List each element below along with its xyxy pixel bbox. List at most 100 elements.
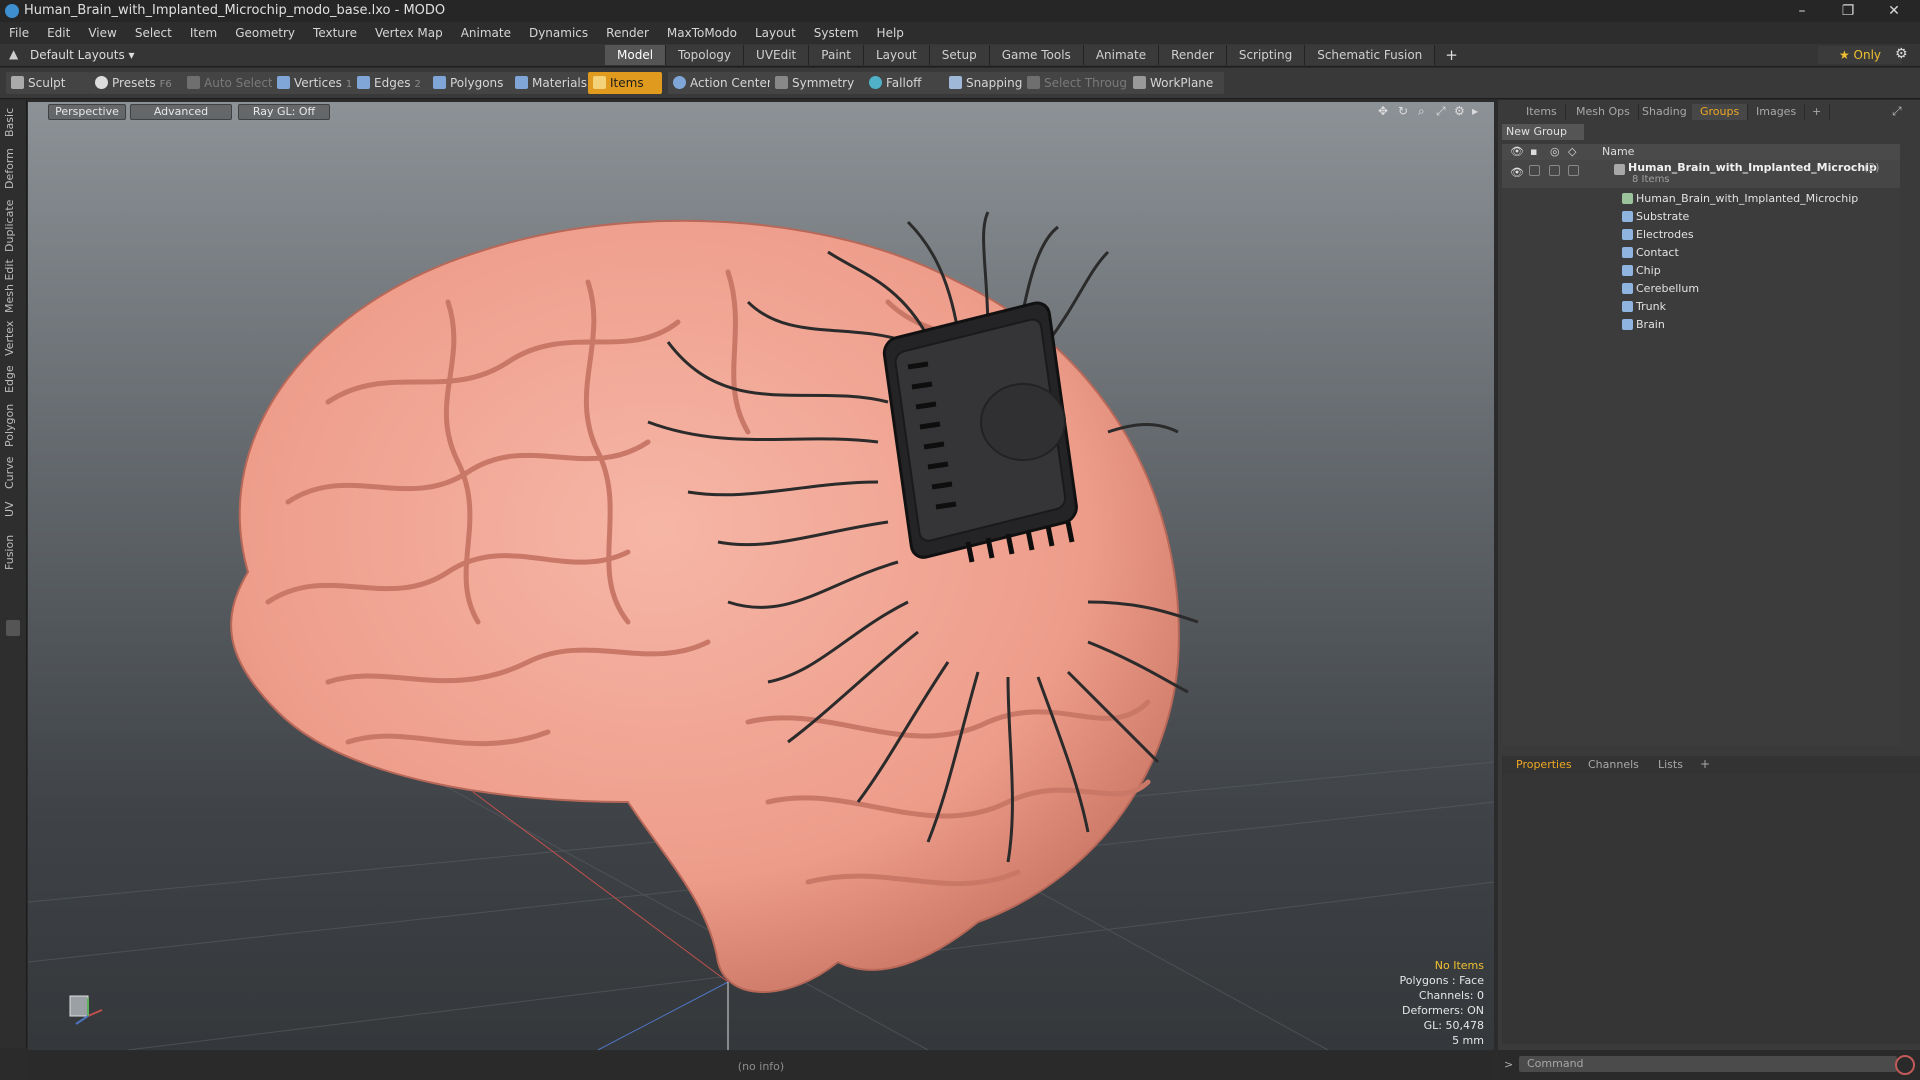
menu-dynamics[interactable]: Dynamics xyxy=(520,26,597,40)
tab-render[interactable]: Render xyxy=(1159,45,1227,65)
left-tab-edge[interactable]: Edge xyxy=(3,362,23,396)
group-lock-icon[interactable] xyxy=(1529,165,1540,176)
only-toggle-button[interactable]: ★ Only xyxy=(1818,46,1902,64)
list-item[interactable]: Substrate xyxy=(1502,208,1900,226)
list-item[interactable]: Chip xyxy=(1502,262,1900,280)
pan-icon[interactable]: ✥ xyxy=(1378,104,1388,118)
menu-geometry[interactable]: Geometry xyxy=(226,26,304,40)
tab-layout[interactable]: Layout xyxy=(863,45,930,65)
stat-channels: Channels: 0 xyxy=(1418,989,1484,1002)
tab-model[interactable]: Model xyxy=(605,45,667,65)
action-center-button[interactable]: Action Center xyxy=(668,72,786,94)
microchip-model[interactable] xyxy=(882,300,1078,563)
left-tab-fusion[interactable]: Fusion xyxy=(3,530,23,574)
view-mode-button[interactable]: Perspective xyxy=(48,104,126,120)
tab-scripting[interactable]: Scripting xyxy=(1226,45,1306,65)
menu-system[interactable]: System xyxy=(805,26,868,40)
panel-expand-icon[interactable]: ⤢ xyxy=(1892,104,1902,119)
menu-vertex-map[interactable]: Vertex Map xyxy=(366,26,452,40)
items-button[interactable]: Items xyxy=(588,72,662,94)
new-group-button[interactable]: New Group xyxy=(1502,124,1584,140)
add-bottom-tab-button[interactable]: + xyxy=(1700,757,1710,771)
list-item[interactable]: Contact xyxy=(1502,244,1900,262)
item-label: Contact xyxy=(1636,246,1679,259)
menu-animate[interactable]: Animate xyxy=(452,26,520,40)
menu-help[interactable]: Help xyxy=(868,26,913,40)
list-item[interactable]: Electrodes xyxy=(1502,226,1900,244)
command-history-icon[interactable] xyxy=(1895,1055,1915,1075)
fit-icon[interactable]: ⤢ xyxy=(1436,104,1446,119)
auto-select-button[interactable]: Auto Select xyxy=(182,72,286,94)
menu-layout[interactable]: Layout xyxy=(746,26,805,40)
falloff-button[interactable]: Falloff xyxy=(864,72,946,94)
menu-texture[interactable]: Texture xyxy=(304,26,366,40)
layout-selector[interactable]: Default Layouts ▾ xyxy=(30,48,135,62)
menu-view[interactable]: View xyxy=(79,26,125,40)
tab-lists[interactable]: Lists xyxy=(1658,758,1683,771)
list-item[interactable]: Brain xyxy=(1502,316,1900,334)
group-visibility-icon[interactable]: 👁 xyxy=(1510,164,1524,182)
layout-collapse-icon[interactable]: ▲ xyxy=(9,47,18,61)
tab-paint[interactable]: Paint xyxy=(809,45,864,65)
tab-setup[interactable]: Setup xyxy=(929,45,990,65)
3d-viewport[interactable] xyxy=(28,102,1494,1050)
close-button[interactable]: ✕ xyxy=(1872,1,1916,21)
raygl-button[interactable]: Ray GL: Off xyxy=(238,104,330,120)
shading-mode-button[interactable]: Advanced xyxy=(130,104,232,120)
list-item[interactable]: Trunk xyxy=(1502,298,1900,316)
select-column-icon[interactable]: ◇ xyxy=(1568,144,1576,160)
minimize-button[interactable]: – xyxy=(1780,1,1824,21)
viewport-gear-icon[interactable]: ⚙ xyxy=(1454,104,1465,118)
title-bar: Human_Brain_with_Implanted_Microchip_mod… xyxy=(0,0,1920,22)
list-item[interactable]: Cerebellum xyxy=(1502,280,1900,298)
left-tab-deform[interactable]: Deform xyxy=(3,146,23,192)
group-row[interactable]: 👁 Human_Brain_with_Implanted_Microchip (… xyxy=(1502,160,1900,188)
render-column-icon[interactable]: ◎ xyxy=(1550,144,1560,160)
panel-tab-items[interactable]: Items xyxy=(1518,104,1566,120)
rotate-icon[interactable]: ↻ xyxy=(1398,104,1408,118)
tab-topology[interactable]: Topology xyxy=(666,45,745,65)
menu-select[interactable]: Select xyxy=(126,26,181,40)
group-select-icon[interactable] xyxy=(1568,165,1579,176)
menu-render[interactable]: Render xyxy=(597,26,658,40)
name-column-header[interactable]: Name xyxy=(1602,144,1634,160)
menu-item[interactable]: Item xyxy=(181,26,226,40)
panel-tab-mesh-ops[interactable]: Mesh Ops xyxy=(1568,104,1639,120)
left-tab-vertex[interactable]: Vertex xyxy=(3,318,23,358)
materials-button[interactable]: Materials xyxy=(510,72,596,94)
left-tab-duplicate[interactable]: Duplicate xyxy=(3,198,23,254)
left-tab-basic[interactable]: Basic xyxy=(3,104,23,140)
lock-column-icon[interactable]: ▪ xyxy=(1530,144,1537,160)
select-through-button[interactable]: Select Through xyxy=(1022,72,1144,94)
maximize-button[interactable]: ❐ xyxy=(1826,1,1870,21)
sculpt-button[interactable]: Sculpt xyxy=(6,72,90,94)
tab-schematic-fusion[interactable]: Schematic Fusion xyxy=(1305,45,1436,65)
list-item[interactable]: Human_Brain_with_Implanted_Microchip xyxy=(1502,190,1900,208)
visibility-column-icon[interactable]: 👁 xyxy=(1510,144,1524,160)
tab-game-tools[interactable]: Game Tools xyxy=(989,45,1084,65)
group-render-icon[interactable] xyxy=(1549,165,1560,176)
tab-channels[interactable]: Channels xyxy=(1588,758,1639,771)
menu-file[interactable]: File xyxy=(0,26,38,40)
command-input[interactable]: Command xyxy=(1519,1056,1897,1072)
panel-tab-groups[interactable]: Groups xyxy=(1692,104,1749,120)
viewport-menu-icon[interactable]: ▸ xyxy=(1472,104,1478,118)
left-tab-polygon[interactable]: Polygon xyxy=(3,400,23,450)
tab-uvedit[interactable]: UVEdit xyxy=(744,45,810,65)
panel-tab-images[interactable]: Images xyxy=(1748,104,1806,120)
tab-animate[interactable]: Animate xyxy=(1083,45,1160,65)
strip-expand-icon[interactable] xyxy=(6,620,20,636)
tab-properties[interactable]: Properties xyxy=(1516,758,1572,771)
left-tab-curve[interactable]: Curve xyxy=(3,454,23,492)
zoom-icon[interactable]: ⌕ xyxy=(1418,104,1425,119)
gear-icon[interactable]: ⚙ xyxy=(1895,46,1908,62)
left-tab-mesh-edit[interactable]: Mesh Edit xyxy=(3,258,23,314)
menu-maxtomodo[interactable]: MaxToModo xyxy=(658,26,746,40)
panel-tab-shading[interactable]: Shading xyxy=(1634,104,1696,120)
workplane-button[interactable]: WorkPlane xyxy=(1128,72,1224,94)
polygons-button[interactable]: Polygons xyxy=(428,72,522,94)
menu-edit[interactable]: Edit xyxy=(38,26,79,40)
add-tab-button[interactable]: + xyxy=(1435,45,1468,65)
left-tab-uv[interactable]: UV xyxy=(3,496,23,522)
add-panel-tab-button[interactable]: + xyxy=(1804,104,1831,120)
